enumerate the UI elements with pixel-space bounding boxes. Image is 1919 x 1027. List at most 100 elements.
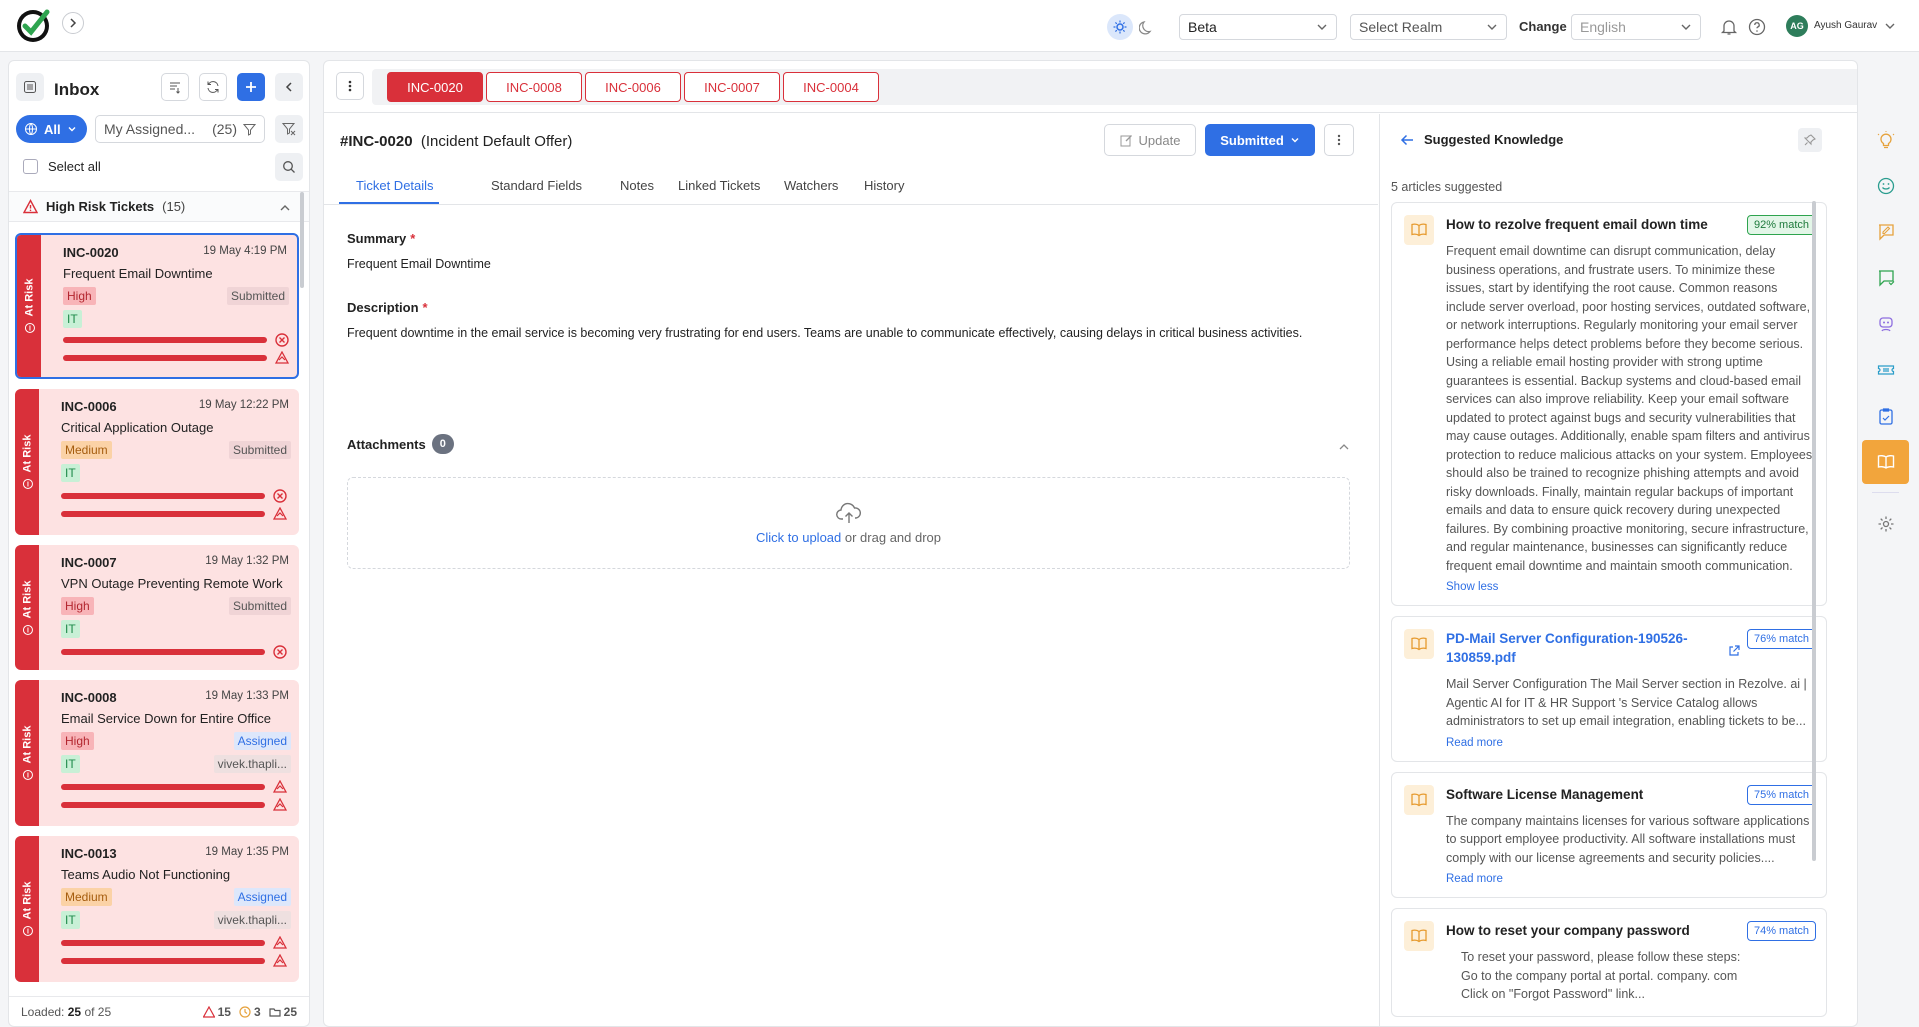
notes-ai-button[interactable] [1862,210,1909,254]
status-dropdown-button[interactable]: Submitted [1205,124,1315,156]
add-ticket-button[interactable] [237,73,265,101]
tab-watchers[interactable]: Watchers [784,178,838,193]
tab-inc-0008[interactable]: INC-0008 [486,72,582,102]
ticket-id: INC-0007 [61,555,117,570]
sla-bar [61,784,265,790]
read-more-link[interactable]: Read more [1446,737,1814,749]
tab-notes[interactable]: Notes [620,178,654,193]
tab-inc-0020[interactable]: INC-0020 [387,72,483,102]
upload-dropzone[interactable]: Click to upload or drag and drop [347,477,1350,569]
list-icon [24,81,36,93]
collapse-inbox-button[interactable] [275,73,303,101]
theme-toggle[interactable] [1107,14,1169,40]
chevron-down-icon[interactable] [1884,20,1896,32]
search-button[interactable] [275,153,303,181]
knowledge-scrollbar[interactable] [1812,201,1816,861]
description-value[interactable]: Frequent downtime in the email service i… [347,324,1307,342]
tab-linked-tickets[interactable]: Linked Tickets [678,178,760,193]
ticket-title: Teams Audio Not Functioning [61,867,231,882]
chevron-down-icon [1291,138,1299,143]
assigned-filter[interactable]: My Assigned... (25) [95,115,265,143]
ticket-id: INC-0013 [61,846,117,861]
inbox-scrollbar[interactable] [300,192,304,288]
high-risk-group-header[interactable]: High Risk Tickets (15) [9,191,309,222]
knowledge-button[interactable] [1862,440,1909,484]
tab-inc-0006[interactable]: INC-0006 [585,72,681,102]
tab-menu-button[interactable] [336,72,364,100]
search-icon [283,161,295,173]
ticket-card[interactable]: At Risk INC-0008 19 May 1:33 PM Email Se… [15,680,299,826]
external-link-icon[interactable] [1728,645,1740,657]
bell-icon[interactable] [1720,18,1738,36]
category-badge: IT [61,911,80,929]
upload-link[interactable]: Click to upload [756,530,841,545]
environment-select[interactable]: Beta [1179,14,1337,40]
user-name[interactable]: Ayush Gaurav [1814,20,1877,31]
ticket-card[interactable]: At Risk INC-0013 19 May 1:35 PM Teams Au… [15,836,299,982]
sun-icon[interactable] [1107,14,1133,40]
tab-standard-fields[interactable]: Standard Fields [491,178,582,193]
help-icon[interactable] [1748,18,1766,36]
ticket-card[interactable]: At Risk INC-0006 19 May 12:22 PM Critica… [15,389,299,535]
ticket-more-button[interactable] [1324,124,1354,156]
sla-bar [61,940,265,946]
tab-inc-0004[interactable]: INC-0004 [783,72,879,102]
sort-button[interactable] [161,73,189,101]
pin-button[interactable] [1798,128,1822,152]
filter-icon [243,123,256,136]
summary-label: Summary * [347,231,416,246]
settings-button[interactable] [1862,502,1909,546]
escalation-icon [273,936,287,949]
tab-ticket-details[interactable]: Ticket Details [356,178,434,193]
inbox-panel: Inbox All My Assigned... (25) Select all… [8,60,310,1027]
show-less-link[interactable]: Show less [1446,581,1814,593]
app-logo[interactable] [14,6,52,44]
update-button[interactable]: Update [1104,124,1196,156]
group-count: (15) [162,199,186,214]
arrow-left-icon[interactable] [1400,133,1414,147]
select-all-checkbox[interactable] [23,159,38,174]
agent-button[interactable] [1862,302,1909,346]
chevron-up-icon[interactable] [279,202,291,214]
loaded-label: Loaded: [21,1004,65,1019]
filter-all-dropdown[interactable]: All [16,115,87,143]
ticket-button[interactable] [1862,348,1909,392]
tab-inc-0007[interactable]: INC-0007 [684,72,780,102]
ticket-card[interactable]: At Risk INC-0007 19 May 1:32 PM VPN Outa… [15,545,299,670]
gear-icon [1878,516,1893,532]
refresh-button[interactable] [199,73,227,101]
menu-button[interactable] [16,73,44,101]
rail-divider [1872,492,1899,493]
chat-button[interactable] [1862,256,1909,300]
avatar[interactable]: AG [1786,15,1808,37]
realm-select[interactable]: Select Realm [1350,14,1507,40]
match-badge: 75% match [1746,784,1816,805]
moon-icon[interactable] [1139,19,1155,35]
assigned-filter-label: My Assigned... [104,121,196,137]
warning-icon [202,1006,215,1018]
escalation-icon [273,954,287,967]
breach-icon [273,489,287,503]
risk-strip: At Risk [15,836,39,982]
priority-badge: Medium [61,888,112,906]
read-more-link[interactable]: Read more [1446,873,1814,885]
expand-nav-button[interactable] [62,12,84,34]
right-rail [1862,118,1909,1027]
tasks-button[interactable] [1862,394,1909,438]
lightbulb-button[interactable] [1862,118,1909,162]
article-card[interactable]: How to reset your company password 74% m… [1391,908,1827,1017]
summary-value[interactable]: Frequent Email Downtime [347,255,491,273]
article-card[interactable]: Software License Management 75% match Th… [1391,771,1827,898]
chevron-up-icon[interactable] [1338,441,1350,453]
sentiment-button[interactable] [1862,164,1909,208]
assignee-badge: vivek.thapli... [213,755,291,773]
ticket-card[interactable]: At Risk INC-0020 19 May 4:19 PM Frequent… [15,233,299,379]
tab-history[interactable]: History [864,178,904,193]
article-card[interactable]: How to rezolve frequent email down time … [1391,202,1827,606]
select-all[interactable]: Select all [23,159,101,174]
risk-label: At Risk [21,580,33,618]
language-select[interactable]: English [1571,14,1701,40]
article-card[interactable]: PD-Mail Server Configuration-190526-1308… [1391,616,1827,762]
clear-filter-button[interactable] [275,115,303,143]
breach-icon [275,333,289,347]
